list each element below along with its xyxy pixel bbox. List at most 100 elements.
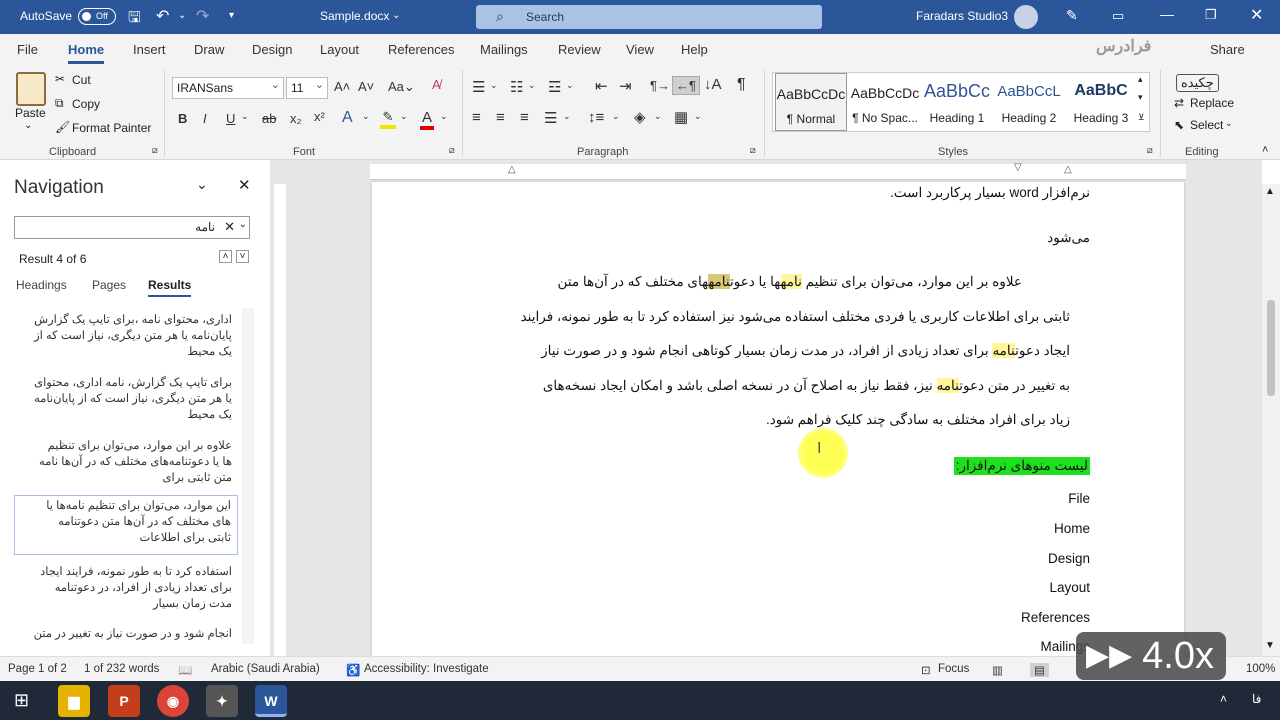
borders-icon[interactable]: ▦ <box>674 108 688 126</box>
minimize-icon[interactable]: — <box>1160 6 1174 22</box>
bullets-icon[interactable]: ☰ <box>472 78 485 96</box>
word-count[interactable]: 1 of 232 words <box>84 663 159 675</box>
underline-icon[interactable]: U <box>226 111 235 126</box>
show-marks-icon[interactable]: ¶ <box>737 76 746 94</box>
search-result-item[interactable]: استفاده کرد تا به طور نمونه، فرایند ایجا… <box>14 562 238 622</box>
tab-file[interactable]: File <box>17 42 38 57</box>
focus-button[interactable]: Focus <box>938 663 969 675</box>
tab-results[interactable]: Results <box>148 278 192 297</box>
ribbon-display-icon[interactable]: ▭ <box>1112 8 1124 24</box>
nav-options-icon[interactable]: ⌄ <box>196 176 208 193</box>
accessibility-status[interactable]: Accessibility: Investigate <box>364 663 489 675</box>
rtl-icon[interactable]: ←¶ <box>672 76 700 95</box>
font-color-dropdown-icon[interactable]: ⌄ <box>440 111 448 122</box>
bullets-dropdown-icon[interactable]: ⌄ <box>490 80 498 91</box>
tab-pages[interactable]: Pages <box>92 278 126 292</box>
highlight-dropdown-icon[interactable]: ⌄ <box>400 111 408 122</box>
tab-layout[interactable]: Layout <box>320 42 359 57</box>
search-result-item-selected[interactable]: این موارد، می‌توان برای تنظیم نامه‌ها یا… <box>14 495 238 555</box>
style-normal[interactable]: AaBbCcDc ¶ Normal <box>775 73 847 131</box>
borders-dropdown-icon[interactable]: ⌄ <box>694 111 702 122</box>
doc-name-chevron-icon[interactable]: ⌄ <box>392 10 400 21</box>
tab-headings[interactable]: Headings <box>16 278 67 292</box>
collapse-ribbon-icon[interactable]: ˄ <box>1262 144 1268 156</box>
undo-icon[interactable]: ↶ <box>156 6 169 26</box>
tab-home[interactable]: Home <box>68 42 105 64</box>
paste-button[interactable]: Paste <box>15 106 46 120</box>
zoom-level[interactable]: 100% <box>1246 663 1275 675</box>
search-options-icon[interactable]: ⌄ <box>239 219 247 230</box>
change-case-icon[interactable]: Aa⌄ <box>388 79 415 95</box>
shading-icon[interactable]: ◈ <box>634 108 646 126</box>
multilevel-dropdown-icon[interactable]: ⌄ <box>566 80 574 91</box>
text-effects-icon[interactable]: A <box>342 109 353 127</box>
tab-draw[interactable]: Draw <box>194 42 224 57</box>
redo-icon[interactable]: ↷ <box>196 6 209 26</box>
nav-close-icon[interactable]: ✕ <box>238 176 251 194</box>
justify-dropdown-icon[interactable]: ⌄ <box>563 111 571 122</box>
pen-icon[interactable]: ✎ <box>1066 7 1078 24</box>
italic-icon[interactable]: I <box>203 111 207 126</box>
windows-start-icon[interactable]: ⊞ <box>14 690 29 711</box>
close-icon[interactable]: ✕ <box>1250 5 1263 25</box>
multilevel-list-icon[interactable]: ☲ <box>548 78 561 96</box>
next-result-icon[interactable]: ˅ <box>236 250 249 263</box>
replace-button[interactable]: Replace <box>1190 96 1234 110</box>
vertical-scrollbar[interactable]: ▲ ▼ <box>1262 184 1280 656</box>
clipboard-icon[interactable] <box>16 72 46 106</box>
align-left-icon[interactable]: ≡ <box>472 109 481 126</box>
read-mode-icon[interactable]: ▥ <box>992 663 1003 677</box>
undo-dropdown-icon[interactable]: ⌄ <box>178 10 186 21</box>
styles-scroll-up-icon[interactable]: ▴ <box>1138 74 1143 85</box>
customize-qat-icon[interactable]: ▾ <box>229 10 234 21</box>
search-result-item[interactable]: برای تایپ یک گزارش، نامه اداری، محتوای ی… <box>14 373 238 433</box>
ltr-icon[interactable]: ¶→ <box>650 78 670 93</box>
strikethrough-icon[interactable]: ab <box>262 111 276 126</box>
bold-icon[interactable]: B <box>178 111 187 126</box>
styles-launcher-icon[interactable]: ⧄ <box>1147 145 1153 156</box>
style-no-spacing[interactable]: AaBbCcDc ¶ No Spac... <box>849 73 921 131</box>
document-name[interactable]: Sample.docx <box>320 9 389 23</box>
tab-view[interactable]: View <box>626 42 654 57</box>
cut-button[interactable]: Cut <box>72 73 91 87</box>
justify-icon[interactable]: ☰ <box>544 109 557 127</box>
search-result-item[interactable]: علاوه بر این موارد، می‌توان برای تنظیم ه… <box>14 436 238 496</box>
save-icon[interactable]: 🖫 <box>128 7 141 32</box>
tab-help[interactable]: Help <box>681 42 708 57</box>
style-heading-3[interactable]: AaBbC Heading 3 <box>1065 73 1137 131</box>
highlight-color-icon[interactable]: ✎ <box>380 109 396 129</box>
search-result-item[interactable]: اداری، محتوای نامه ،برای تایپ یک گزارش پ… <box>14 310 238 370</box>
search-result-item[interactable]: انجام شود و در صورت نیاز به تغییر در متن <box>14 624 238 648</box>
file-explorer-icon[interactable]: ▆ <box>58 685 90 717</box>
tab-mailings[interactable]: Mailings <box>480 42 528 57</box>
ruler-right-indent-marker[interactable]: △ <box>1064 164 1072 175</box>
scroll-up-icon[interactable]: ▲ <box>1265 186 1275 197</box>
tab-insert[interactable]: Insert <box>133 42 166 57</box>
text-effects-dropdown-icon[interactable]: ⌄ <box>362 111 370 122</box>
scroll-down-icon[interactable]: ▼ <box>1265 640 1275 651</box>
align-center-icon[interactable]: ≡ <box>496 109 505 126</box>
font-color-icon[interactable]: A <box>420 109 434 130</box>
numbering-icon[interactable]: ☷ <box>510 78 523 96</box>
select-dropdown-icon[interactable]: ⌄ <box>1225 118 1233 129</box>
tab-design[interactable]: Design <box>252 42 292 57</box>
word-icon[interactable]: W <box>255 685 287 717</box>
select-button[interactable]: Select <box>1190 118 1223 132</box>
font-name-select[interactable]: IRANSans <box>172 77 284 99</box>
style-heading-1[interactable]: AaBbCc Heading 1 <box>921 73 993 131</box>
scrollbar-thumb[interactable] <box>1267 300 1275 396</box>
clear-formatting-icon[interactable]: A̸ <box>432 77 441 92</box>
tab-review[interactable]: Review <box>558 42 601 57</box>
clipboard-launcher-icon[interactable]: ⧄ <box>152 145 158 156</box>
nav-search-input[interactable]: نامه ✕ ⌄ <box>14 216 250 239</box>
search-box[interactable]: ⌕ Search <box>476 5 822 29</box>
styles-scroll-down-icon[interactable]: ▾ <box>1138 92 1143 103</box>
decrease-indent-icon[interactable]: ⇤ <box>595 77 608 95</box>
superscript-icon[interactable]: x² <box>314 109 325 124</box>
previous-result-icon[interactable]: ˄ <box>219 250 232 263</box>
proofing-icon[interactable]: 📖 <box>178 663 192 677</box>
copy-button[interactable]: Copy <box>72 97 100 111</box>
ruler-indent-marker[interactable]: ▽ <box>1014 162 1022 173</box>
grow-font-icon[interactable]: A˄ <box>334 79 350 94</box>
line-spacing-dropdown-icon[interactable]: ⌄ <box>612 111 620 122</box>
